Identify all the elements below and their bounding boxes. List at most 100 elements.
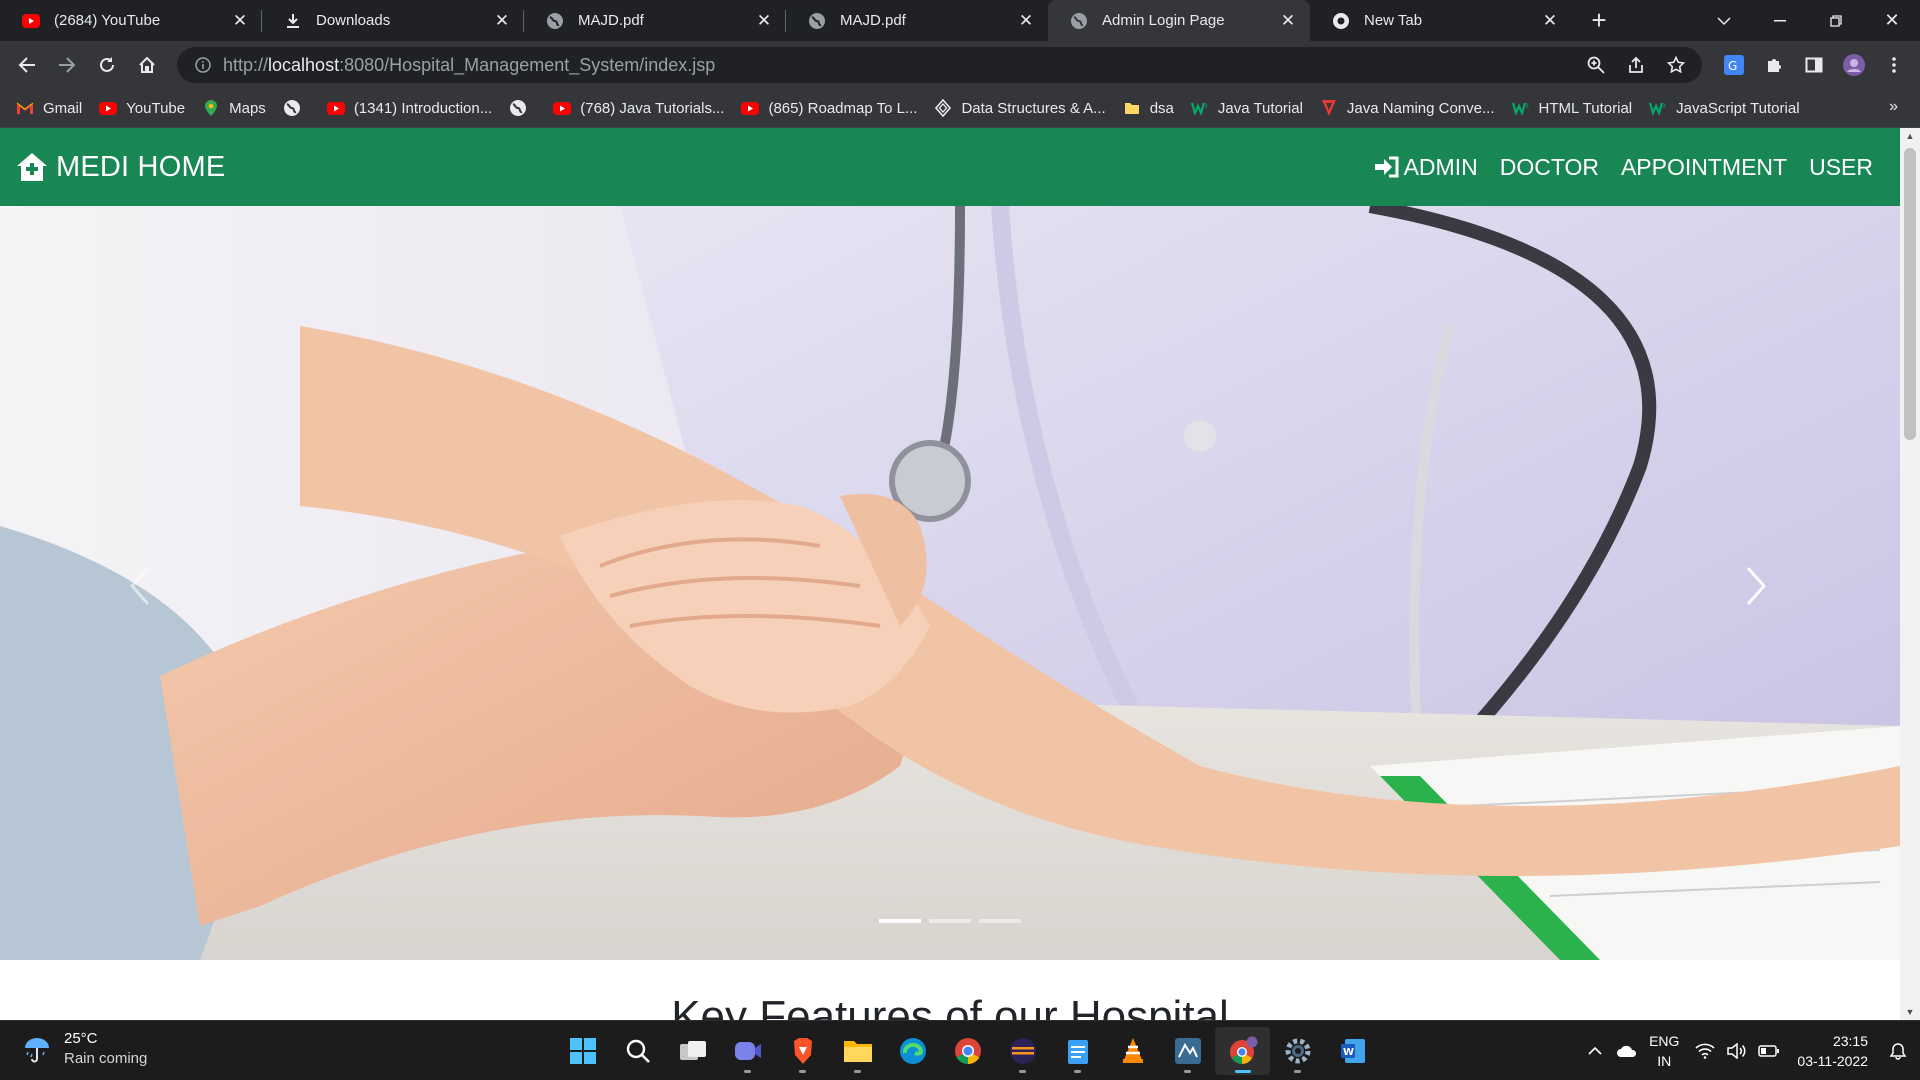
nav-admin-link[interactable]: ADMIN — [1374, 154, 1478, 181]
page-scrollbar[interactable]: ▲ ▼ — [1900, 128, 1920, 1020]
chrome-icon[interactable] — [940, 1027, 995, 1075]
new-tab-button[interactable]: + — [1572, 0, 1626, 41]
carousel-prev-button[interactable] — [110, 546, 170, 626]
brave-icon[interactable] — [775, 1027, 830, 1075]
close-tab-icon[interactable]: ✕ — [1016, 11, 1036, 31]
restore-button[interactable] — [1808, 0, 1864, 41]
bookmark-introduction[interactable]: (1341) Introduction... — [326, 99, 493, 117]
google-translate-icon[interactable]: G — [1714, 45, 1754, 85]
profile-avatar-icon[interactable] — [1834, 45, 1874, 85]
scroll-down-arrow-icon[interactable]: ▼ — [1900, 1004, 1920, 1020]
rain-umbrella-icon — [25, 1038, 49, 1063]
reload-button[interactable] — [87, 45, 127, 85]
bookmark-gmail[interactable]: Gmail — [16, 99, 82, 117]
site-brand-link[interactable]: MEDI HOME — [16, 151, 225, 184]
windows-start-icon[interactable] — [555, 1027, 610, 1075]
close-tab-icon[interactable]: ✕ — [1540, 11, 1560, 31]
carousel-indicator-1[interactable] — [879, 919, 921, 923]
url-text: http://localhost:8080/Hospital_Managemen… — [223, 54, 716, 75]
youtube-icon — [22, 12, 40, 30]
zoom-icon[interactable] — [1576, 47, 1616, 83]
bookmark-javascript-tutorial[interactable]: 3 JavaScript Tutorial — [1649, 99, 1800, 117]
nav-appointment-link[interactable]: APPOINTMENT — [1621, 154, 1787, 181]
bookmark-globe-2[interactable] — [509, 99, 536, 117]
extensions-area: G — [1714, 45, 1914, 85]
bookmark-html-tutorial[interactable]: 3 HTML Tutorial — [1511, 99, 1632, 117]
tab-search-icon[interactable] — [1696, 0, 1752, 41]
back-button[interactable] — [7, 45, 47, 85]
bookmark-star-icon[interactable] — [1656, 47, 1696, 83]
home-button[interactable] — [127, 45, 167, 85]
nav-doctor-link[interactable]: DOCTOR — [1500, 154, 1599, 181]
address-bar[interactable]: http://localhost:8080/Hospital_Managemen… — [177, 47, 1702, 83]
language-indicator[interactable]: ENG IN — [1649, 1031, 1679, 1071]
edge-icon[interactable] — [885, 1027, 940, 1075]
notifications-icon[interactable] — [1882, 1031, 1914, 1071]
side-panel-icon[interactable] — [1794, 45, 1834, 85]
scroll-up-arrow-icon[interactable]: ▲ — [1900, 128, 1920, 144]
youtube-icon — [326, 99, 345, 117]
wifi-icon[interactable] — [1689, 1031, 1721, 1071]
bookmark-youtube[interactable]: YouTube — [99, 99, 185, 117]
chrome-menu-icon[interactable] — [1874, 45, 1914, 85]
bookmark-java-tutorials[interactable]: (768) Java Tutorials... — [553, 99, 724, 117]
gmail-icon — [16, 99, 34, 117]
globe-icon — [509, 99, 527, 117]
tab-title: (2684) YouTube — [54, 12, 161, 29]
chrome-profile-icon[interactable] — [1215, 1027, 1270, 1075]
close-tab-icon[interactable]: ✕ — [754, 11, 774, 31]
mysql-workbench-icon[interactable] — [1160, 1027, 1215, 1075]
close-tab-icon[interactable]: ✕ — [1278, 11, 1298, 31]
youtube-icon — [741, 99, 760, 117]
show-hidden-icons-chevron-icon[interactable] — [1579, 1031, 1611, 1071]
clock[interactable]: 23:15 03-11-2022 — [1797, 1031, 1868, 1071]
forward-button[interactable] — [47, 45, 87, 85]
volume-icon[interactable] — [1721, 1031, 1753, 1071]
tab-youtube[interactable]: (2684) YouTube ✕ — [0, 0, 262, 41]
bookmark-folder-dsa[interactable]: dsa — [1123, 99, 1174, 117]
bookmark-maps[interactable]: Maps — [202, 99, 266, 117]
vlc-icon[interactable] — [1105, 1027, 1160, 1075]
carousel-next-button[interactable] — [1726, 546, 1786, 626]
teams-icon[interactable] — [720, 1027, 775, 1075]
tab-majd-pdf-1[interactable]: MAJD.pdf ✕ — [524, 0, 786, 41]
bookmark-java-tutorial[interactable]: 3 Java Tutorial — [1190, 99, 1303, 117]
file-explorer-icon[interactable] — [830, 1027, 885, 1075]
running-indicator — [1294, 1070, 1301, 1073]
carousel-indicator-2[interactable] — [929, 919, 971, 923]
weather-widget[interactable]: 25°C Rain coming — [22, 1029, 147, 1069]
battery-icon[interactable] — [1753, 1031, 1785, 1071]
eclipse-icon[interactable] — [995, 1027, 1050, 1075]
extensions-puzzle-icon[interactable] — [1754, 45, 1794, 85]
more-bookmarks-button[interactable]: » — [1889, 98, 1898, 116]
search-icon[interactable] — [610, 1027, 665, 1075]
sign-in-icon — [1374, 156, 1399, 178]
bookmark-label: (1341) Introduction... — [353, 99, 493, 117]
share-icon[interactable] — [1616, 47, 1656, 83]
bookmark-roadmap[interactable]: (865) Roadmap To L... — [741, 99, 917, 117]
onedrive-cloud-icon[interactable] — [1611, 1031, 1643, 1071]
close-window-button[interactable]: ✕ — [1864, 0, 1920, 41]
tab-title: Downloads — [316, 12, 391, 29]
close-tab-icon[interactable]: ✕ — [230, 11, 250, 31]
site-navbar: MEDI HOME ADMIN DOCTOR APPOINTMENT USER — [0, 128, 1900, 206]
bookmark-globe[interactable] — [283, 99, 310, 117]
tab-title: MAJD.pdf — [578, 12, 644, 29]
scrollbar-thumb[interactable] — [1904, 148, 1916, 440]
carousel-indicator-3[interactable] — [979, 919, 1021, 923]
tab-downloads[interactable]: Downloads ✕ — [262, 0, 524, 41]
bookmark-data-structures[interactable]: Data Structures & A... — [934, 99, 1106, 117]
site-info-icon[interactable] — [183, 57, 223, 73]
bookmark-java-naming[interactable]: Java Naming Conve... — [1320, 99, 1495, 117]
nav-user-link[interactable]: USER — [1809, 154, 1873, 181]
word-icon[interactable]: W — [1325, 1027, 1380, 1075]
close-tab-icon[interactable]: ✕ — [492, 11, 512, 31]
tab-majd-pdf-2[interactable]: MAJD.pdf ✕ — [786, 0, 1048, 41]
weather-temp: 25°C — [64, 1030, 98, 1047]
tab-new-tab[interactable]: New Tab ✕ — [1310, 0, 1572, 41]
settings-icon[interactable] — [1270, 1027, 1325, 1075]
minimize-button[interactable] — [1752, 0, 1808, 41]
notepad-icon[interactable] — [1050, 1027, 1105, 1075]
tab-admin-login[interactable]: Admin Login Page ✕ — [1048, 0, 1310, 41]
task-view-icon[interactable] — [665, 1027, 720, 1075]
